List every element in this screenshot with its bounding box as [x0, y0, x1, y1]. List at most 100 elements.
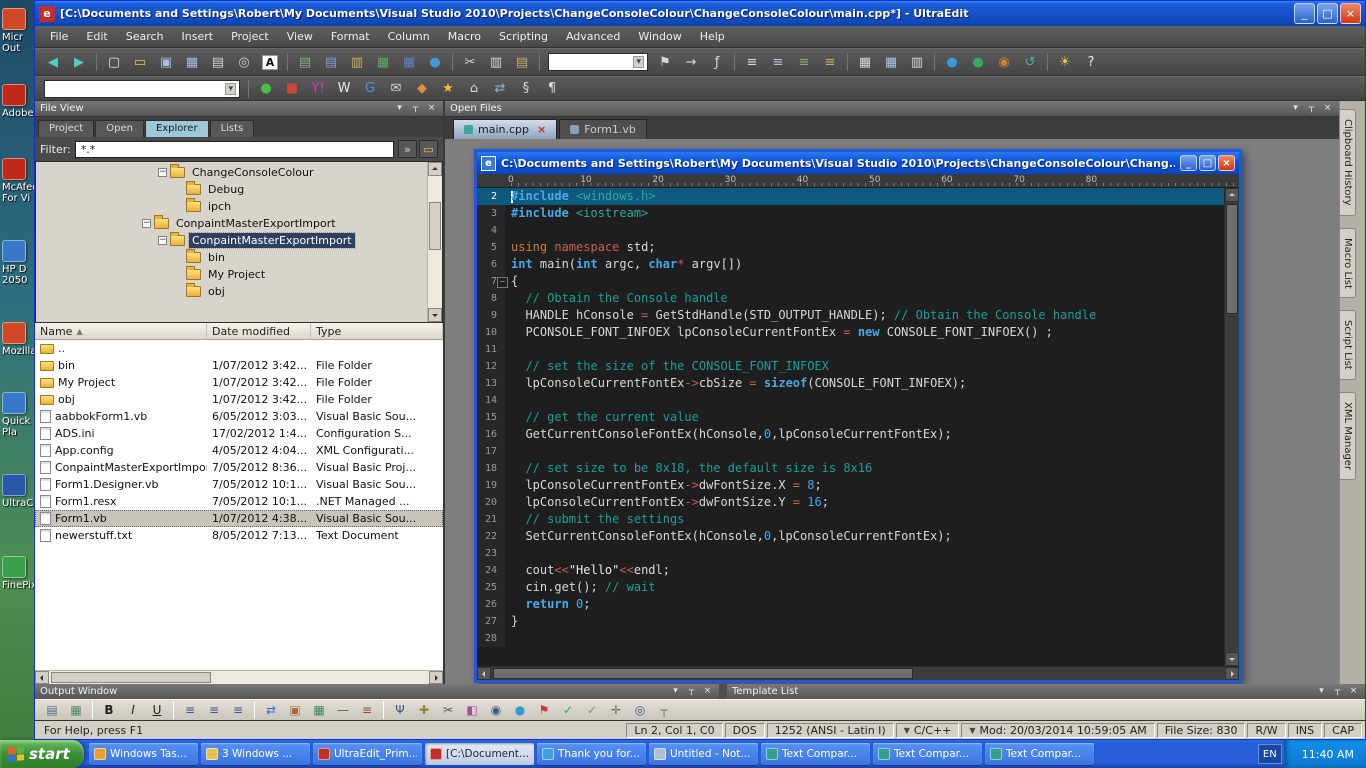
- menu-insert[interactable]: Insert: [173, 27, 223, 46]
- doc-tab-main-cpp[interactable]: main.cpp×: [453, 119, 557, 139]
- file-row-aabbokform1-vb[interactable]: aabbokForm1.vb6/05/2012 3:03...Visual Ba…: [35, 408, 443, 425]
- pane-close-button[interactable]: ×: [701, 686, 714, 698]
- code-line-15[interactable]: 15 // get the current value: [477, 409, 1224, 426]
- new-file-icon[interactable]: ▢: [102, 52, 126, 73]
- merge-cells-icon[interactable]: ▦: [879, 52, 903, 73]
- filter-go-button[interactable]: »: [398, 140, 417, 158]
- code-line-7[interactable]: 7{: [477, 273, 1224, 290]
- tab-explorer[interactable]: Explorer: [145, 120, 209, 137]
- close-button[interactable]: ×: [1340, 3, 1361, 24]
- camera-icon[interactable]: ◉: [485, 701, 507, 720]
- pane-close-button[interactable]: ×: [425, 103, 438, 115]
- taskbar-task-ultraedit-prim[interactable]: UltraEdit_Prim...: [313, 743, 422, 765]
- tree-item-bin[interactable]: bin: [36, 249, 427, 266]
- code-line-8[interactable]: 8 // Obtain the Console handle: [477, 290, 1224, 307]
- scroll-right-icon[interactable]: [429, 671, 443, 684]
- wikipedia-icon[interactable]: W: [332, 78, 356, 99]
- tree-item-obj[interactable]: obj: [36, 283, 427, 300]
- taskbar-task-untitled-not[interactable]: Untitled - Not...: [649, 743, 758, 765]
- side-tab-script-list[interactable]: Script List: [1340, 310, 1356, 380]
- code-line-14[interactable]: 14: [477, 392, 1224, 409]
- split-cells-icon[interactable]: ▥: [905, 52, 929, 73]
- scissors-icon[interactable]: ✂: [437, 701, 459, 720]
- file-row-bin[interactable]: bin1/07/2012 3:42...File Folder: [35, 357, 443, 374]
- title-bar[interactable]: e [C:\Documents and Settings\Robert\My D…: [35, 1, 1365, 26]
- check-icon[interactable]: ✓: [557, 701, 579, 720]
- minimize-button[interactable]: _: [1294, 3, 1315, 24]
- scroll-thumb[interactable]: [493, 668, 913, 679]
- stop-icon[interactable]: ■: [280, 78, 304, 99]
- bold-icon[interactable]: B: [98, 701, 120, 720]
- underline-icon[interactable]: U: [146, 701, 168, 720]
- file-view-caption[interactable]: File View ▾┬×: [35, 101, 443, 117]
- world-icon[interactable]: ●: [509, 701, 531, 720]
- menu-advanced[interactable]: Advanced: [557, 27, 629, 46]
- goto-icon[interactable]: →: [679, 52, 703, 73]
- desktop-icon-finepix[interactable]: FinePix: [2, 556, 34, 591]
- globe-icon[interactable]: ●: [423, 52, 447, 73]
- file-list-scrollbar[interactable]: [35, 670, 443, 684]
- flag-icon[interactable]: ⚑: [533, 701, 555, 720]
- taskbar-task-thank-you-for[interactable]: Thank you for...: [537, 743, 646, 765]
- font-icon[interactable]: A: [258, 52, 282, 73]
- code-line-23[interactable]: 23: [477, 545, 1224, 562]
- desktop-icon-hp-d-2050[interactable]: HP D 2050: [2, 240, 34, 286]
- desktop-icon-mcafee-for-vi[interactable]: McAfee For Vi: [2, 158, 34, 204]
- pane-pin-button[interactable]: ┬: [1331, 686, 1344, 698]
- tab-lists[interactable]: Lists: [210, 120, 255, 137]
- save-icon[interactable]: ▣: [154, 52, 178, 73]
- code-line-5[interactable]: 5using namespace std;: [477, 239, 1224, 256]
- horizontal-rule-icon[interactable]: —: [332, 701, 354, 720]
- search-combo[interactable]: ▾: [548, 53, 648, 71]
- taskbar-task-windows-tas[interactable]: Windows Tas...: [89, 743, 198, 765]
- menu-search[interactable]: Search: [117, 27, 173, 46]
- menu-project[interactable]: Project: [222, 27, 278, 46]
- code-line-20[interactable]: 20 lpConsoleCurrentFontEx->dwFontSize.Y …: [477, 494, 1224, 511]
- desktop-icon-adobe[interactable]: Adobe: [2, 84, 34, 119]
- scroll-up-icon[interactable]: [1225, 188, 1239, 202]
- align-left-icon[interactable]: ≡: [179, 701, 201, 720]
- tip-icon[interactable]: ☀: [1053, 52, 1077, 73]
- dropdown-arrow-icon[interactable]: ▾: [225, 83, 236, 95]
- taskbar-task-text-compar[interactable]: Text Compar...: [761, 743, 870, 765]
- scroll-thumb[interactable]: [1226, 204, 1238, 314]
- file-row-form1-resx[interactable]: Form1.resx7/05/2012 10:1....NET Managed …: [35, 493, 443, 510]
- file-row-form1-vb[interactable]: Form1.vb1/07/2012 4:38...Visual Basic So…: [35, 510, 443, 527]
- align-list-icon[interactable]: ≡: [740, 52, 764, 73]
- document-title-bar[interactable]: e C:\Documents and Settings\Robert\My Do…: [477, 152, 1239, 174]
- snapshot-icon[interactable]: ◉: [992, 52, 1016, 73]
- scheme-combo[interactable]: ▾: [44, 80, 240, 98]
- table-grid-icon[interactable]: ▦: [853, 52, 877, 73]
- link-icon[interactable]: ⇄: [488, 78, 512, 99]
- google-icon[interactable]: G: [358, 78, 382, 99]
- tree-item-debug[interactable]: Debug: [36, 181, 427, 198]
- status-modified-time[interactable]: ▼Mod: 20/03/2014 10:59:05 AM: [961, 723, 1154, 738]
- align-center-icon[interactable]: ≡: [203, 701, 225, 720]
- file-row-form1-designer-vb[interactable]: Form1.Designer.vb7/05/2012 10:1...Visual…: [35, 476, 443, 493]
- menu-edit[interactable]: Edit: [77, 27, 116, 46]
- tree-item-conpaintmasterexportimport[interactable]: −ConpaintMasterExportImport: [36, 232, 427, 249]
- menu-scripting[interactable]: Scripting: [490, 27, 557, 46]
- pane-pin-button[interactable]: ┬: [1305, 103, 1318, 115]
- html-doc-icon[interactable]: ▤: [293, 52, 317, 73]
- code-line-12[interactable]: 12 // set the size of the CONSOLE_FONT_I…: [477, 358, 1224, 375]
- bookmark-icon[interactable]: ⚑: [653, 52, 677, 73]
- find-icon[interactable]: ◎: [232, 52, 256, 73]
- pane-menu-button[interactable]: ▾: [393, 103, 406, 115]
- italic-icon[interactable]: I: [122, 701, 144, 720]
- desktop-icon-ultrac[interactable]: UltraC: [2, 474, 34, 509]
- menu-file[interactable]: File: [41, 27, 77, 46]
- yahoo-icon[interactable]: Y!: [306, 78, 330, 99]
- macro-play-icon[interactable]: ¶: [540, 78, 564, 99]
- side-tab-macro-list[interactable]: Macro List: [1340, 228, 1356, 299]
- code-line-19[interactable]: 19 lpConsoleCurrentFontEx->dwFontSize.X …: [477, 477, 1224, 494]
- menu-window[interactable]: Window: [629, 27, 690, 46]
- template-list-caption[interactable]: Template List ▾┬×: [727, 684, 1365, 699]
- column-header-type[interactable]: Type: [311, 323, 443, 339]
- side-tab-clipboard-history[interactable]: Clipboard History: [1340, 109, 1356, 216]
- code-line-9[interactable]: 9 HANDLE hConsole = GetStdHandle(STD_OUT…: [477, 307, 1224, 324]
- file-row-ads-ini[interactable]: ADS.ini17/02/2012 1:4...Configuration S.…: [35, 425, 443, 442]
- tree-scrollbar[interactable]: [427, 162, 442, 322]
- column-list-icon[interactable]: ≡: [818, 52, 842, 73]
- code-line-21[interactable]: 21 // submit the settings: [477, 511, 1224, 528]
